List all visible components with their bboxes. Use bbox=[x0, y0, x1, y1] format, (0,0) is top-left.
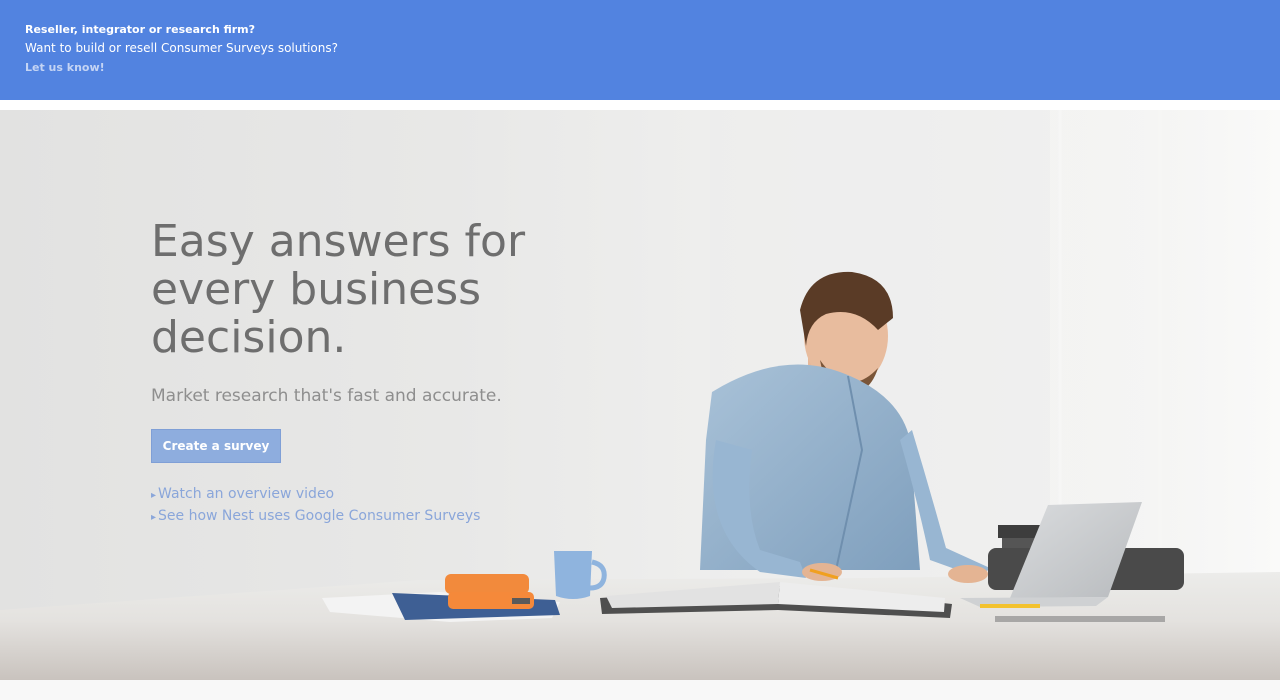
watch-video-link[interactable]: ▸ Watch an overview video bbox=[151, 484, 480, 506]
let-us-know-link[interactable]: Let us know! bbox=[25, 60, 105, 76]
banner-title: Reseller, integrator or research firm? bbox=[25, 23, 256, 36]
page-footer-strip bbox=[0, 680, 1280, 700]
triangle-right-icon: ▸ bbox=[151, 512, 157, 523]
nest-case-study-label: See how Nest uses Google Consumer Survey… bbox=[158, 508, 481, 524]
banner-text: Want to build or resell Consumer Surveys… bbox=[25, 41, 338, 55]
reseller-banner: Reseller, integrator or research firm? W… bbox=[0, 0, 1280, 100]
create-survey-button[interactable]: Create a survey bbox=[151, 429, 281, 463]
triangle-right-icon: ▸ bbox=[151, 490, 157, 501]
watch-video-label: Watch an overview video bbox=[158, 486, 335, 502]
nest-case-study-link[interactable]: ▸ See how Nest uses Google Consumer Surve… bbox=[151, 506, 480, 528]
hero-section: Easy answers for every business decision… bbox=[0, 110, 1280, 680]
hero-links: ▸ Watch an overview video ▸ See how Nest u… bbox=[151, 484, 480, 528]
hero-headline: Easy answers for every business decision… bbox=[151, 216, 526, 363]
hero-subline: Market research that's fast and accurate… bbox=[151, 386, 502, 406]
banner-divider bbox=[0, 100, 1280, 110]
